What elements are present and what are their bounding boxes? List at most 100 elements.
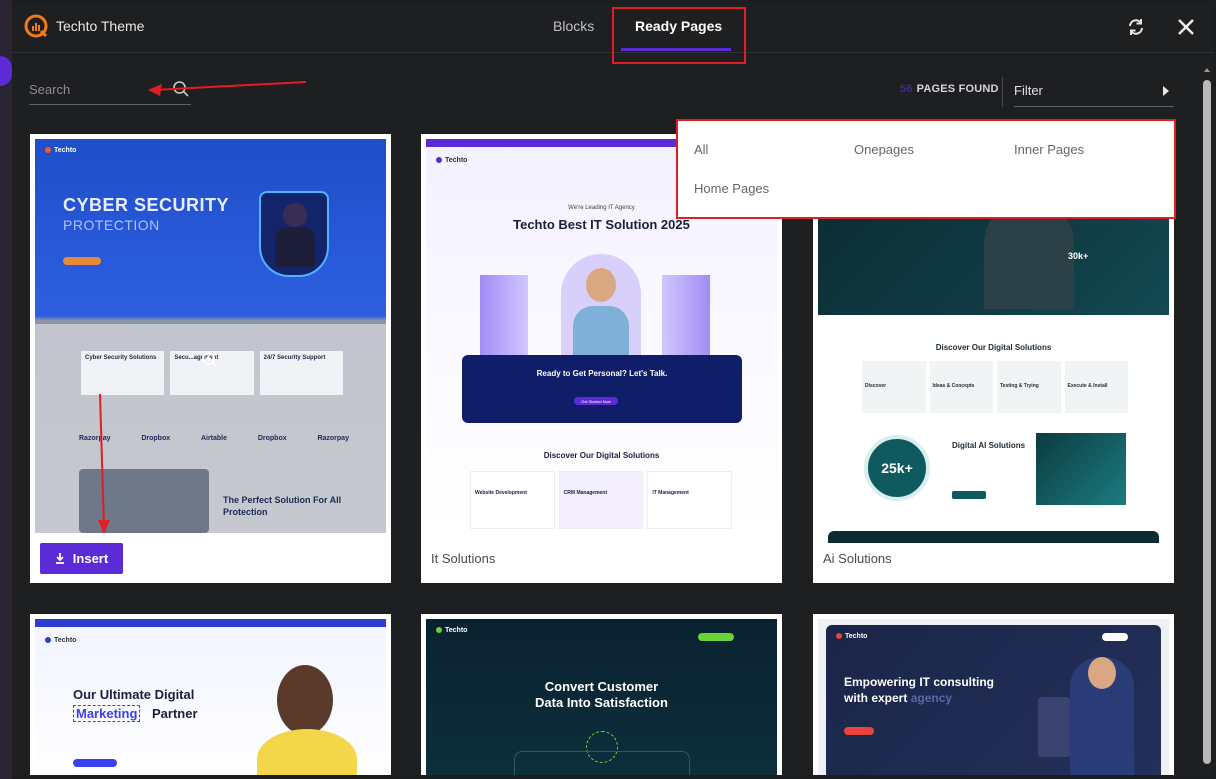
preview-navbar: Techto — [35, 629, 386, 651]
preview-ai-image — [1036, 433, 1126, 505]
tab-blocks[interactable]: Blocks — [553, 18, 594, 34]
template-card-it-consulting[interactable]: Techto Empowering IT consulting with exp… — [813, 614, 1174, 775]
close-icon[interactable] — [1174, 15, 1198, 39]
preview-hero-person — [561, 254, 641, 364]
preview-logo: Techto — [45, 147, 76, 154]
preview-navbar: Techto — [35, 139, 386, 161]
preview-hero-title: Convert Customer — [544, 679, 659, 694]
filter-option-home-pages[interactable]: Home Pages — [694, 181, 769, 196]
preview-logo: Techto — [436, 157, 467, 164]
techto-logo-icon — [24, 14, 48, 38]
app-root: Techto Theme Blocks Ready Pages Search 5… — [0, 0, 1216, 779]
preview-device — [1038, 697, 1070, 757]
download-icon — [55, 553, 64, 564]
filter-option-all[interactable]: All — [694, 142, 708, 157]
preview-section-title: Discover Our Digital Solutions — [935, 343, 1052, 352]
insert-button[interactable]: Insert — [40, 543, 123, 574]
preview-service-card: Website Development — [470, 471, 555, 529]
app-title: Techto Theme — [56, 18, 145, 34]
preview-step: Execute & Install — [1064, 361, 1128, 413]
search-input[interactable]: Search — [29, 82, 70, 97]
zoom-icon[interactable] — [201, 351, 219, 369]
preview-service-card: 24/7 Security Support — [259, 351, 343, 395]
scroll-up-icon[interactable] — [1204, 68, 1210, 72]
preview-about-image — [79, 469, 209, 533]
template-preview: Techto CYBER SECURITY PROTECTION Cyber S… — [35, 139, 386, 533]
preview-cta — [952, 491, 986, 499]
preview-hero: Techto Empowering IT consulting with exp… — [826, 625, 1161, 775]
template-card-digital-marketing[interactable]: Techto Our Ultimate Digital Marketing Pa… — [30, 614, 391, 775]
preview-hero-person — [1070, 657, 1134, 775]
search-input-underline — [29, 104, 191, 105]
preview-steps: Discover Ideas & Concepts Testing & Tryi… — [862, 361, 1128, 413]
template-card-cyber-security[interactable]: Techto CYBER SECURITY PROTECTION Cyber S… — [30, 134, 391, 583]
template-preview: Techto Empowering IT consulting with exp… — [818, 619, 1169, 775]
preview-hero-subtitle: Data Into Satisfaction — [535, 695, 668, 710]
search-icon[interactable] — [172, 80, 190, 98]
preview-cta — [73, 759, 117, 767]
preview-ai-title: Digital AI Solutions — [952, 441, 1026, 450]
preview-service-card: CRM Management — [558, 471, 644, 529]
preview-hero-stat: 30k+ — [1068, 251, 1089, 261]
filter-dropdown[interactable]: Filter — [1014, 83, 1043, 98]
chevron-right-icon[interactable] — [1163, 86, 1169, 96]
preview-dashboard — [514, 751, 690, 775]
template-card-data-satisfaction[interactable]: Techto Convert Customer Data Into Satisf… — [421, 614, 782, 775]
preview-hero-title: Empowering IT consulting — [844, 675, 994, 689]
preview-hero-title: Techto Best IT Solution 2025 — [513, 217, 690, 232]
preview-services: Website Development CRM Management IT Ma… — [470, 471, 733, 529]
preview-service-card: Cyber Security Solutions — [81, 351, 165, 395]
results-count-label: PAGES FOUND — [916, 83, 999, 95]
preview-cta-panel: Ready to Get Personal? Let's Talk. Get S… — [462, 355, 742, 423]
background-page-strip — [0, 0, 12, 779]
preview-shield-image — [259, 191, 329, 277]
preview-nav-button — [698, 633, 734, 641]
results-count: 56 PAGES FOUND — [900, 83, 999, 95]
modal-header: Techto Theme Blocks Ready Pages — [12, 4, 1213, 64]
preview-logo: Techto — [45, 637, 76, 644]
preview-step: Ideas & Concepts — [929, 361, 993, 413]
template-library-modal: Techto Theme Blocks Ready Pages Search 5… — [12, 4, 1213, 775]
preview-topbar — [35, 619, 386, 627]
preview-nav-button — [1102, 633, 1128, 641]
preview-hero-title-end: Partner — [152, 706, 198, 721]
filter-divider — [1002, 77, 1003, 107]
app-logo: Techto Theme — [24, 14, 144, 38]
filter-option-onepages[interactable]: Onepages — [854, 142, 914, 157]
preview-hero-subtitle: PROTECTION — [63, 217, 160, 233]
template-preview: Techto Our Ultimate Digital Marketing Pa… — [35, 619, 386, 775]
preview-section-title: Discover Our Digital Solutions — [543, 451, 660, 460]
filter-dropdown-menu: All Onepages Inner Pages Home Pages — [676, 119, 1176, 219]
preview-hero-body — [257, 729, 357, 775]
modal-scrollbar[interactable] — [1203, 68, 1211, 768]
filter-underline — [1014, 106, 1174, 107]
preview-service-card: IT Management — [647, 471, 733, 529]
preview-cta-title: Ready to Get Personal? Let's Talk. — [536, 369, 668, 378]
preview-hero-person — [277, 665, 333, 735]
preview-hero-title: Our Ultimate Digital — [73, 687, 195, 702]
scrollbar-thumb[interactable] — [1203, 80, 1211, 764]
preview-cta — [844, 727, 874, 735]
preview-logo: Techto — [436, 627, 467, 634]
preview-footer — [828, 531, 1159, 543]
template-card-title: It Solutions — [431, 551, 496, 566]
preview-cta — [63, 257, 101, 265]
annotation-highlight-tab — [612, 7, 746, 64]
insert-button-label: Insert — [72, 551, 109, 566]
background-accent — [0, 56, 12, 86]
preview-step: Testing & Trying — [997, 361, 1061, 413]
preview-about-title: The Perfect Solution For All Protection — [223, 495, 342, 517]
results-count-number: 56 — [900, 83, 913, 95]
sync-icon[interactable] — [1124, 15, 1148, 39]
preview-logo: Techto — [836, 633, 867, 640]
preview-hero-subtitle: with expert agency — [844, 691, 953, 705]
preview-brand-logos: Razorpay Dropbox Airtable Dropbox Razorp… — [79, 435, 349, 442]
preview-cta-button: Get Started Now — [574, 397, 618, 405]
preview-hero-highlight: Marketing — [73, 705, 141, 722]
filter-option-inner-pages[interactable]: Inner Pages — [1014, 142, 1084, 157]
template-preview: Techto Convert Customer Data Into Satisf… — [426, 619, 777, 775]
template-card-title: Ai Solutions — [823, 551, 892, 566]
preview-stat-circle: 25k+ — [864, 435, 930, 501]
preview-hero-title: CYBER SECURITY — [63, 195, 230, 215]
preview-step: Discover — [862, 361, 926, 413]
